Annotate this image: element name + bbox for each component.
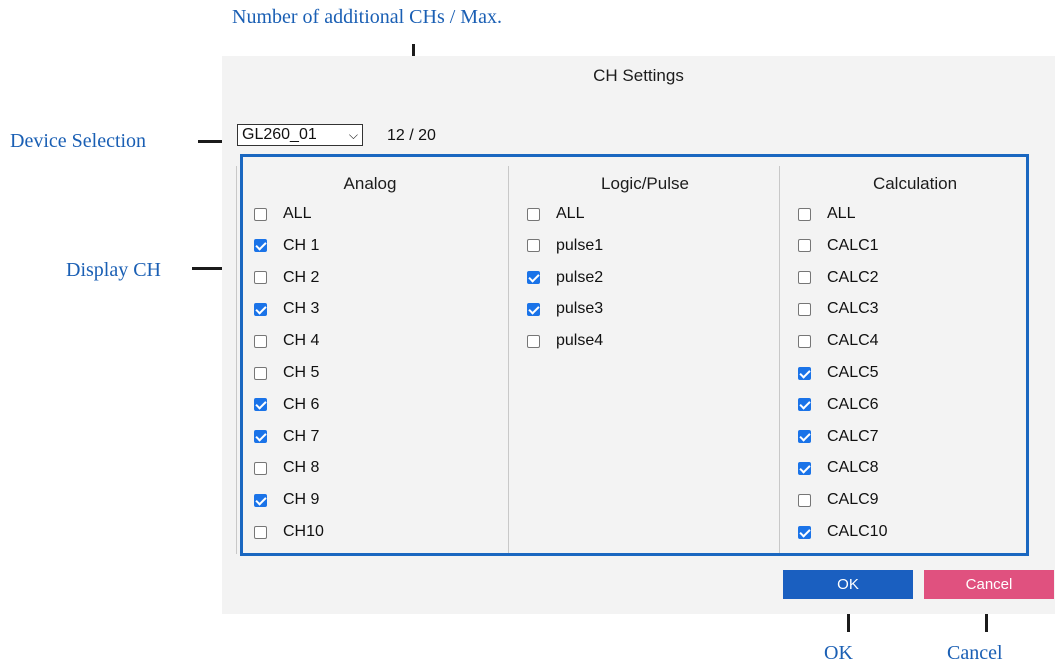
- checkbox-row[interactable]: CALC8: [798, 458, 879, 478]
- checkbox-label: CH10: [283, 523, 324, 540]
- checkbox-label: ALL: [827, 205, 856, 222]
- checkbox-label: CALC6: [827, 395, 879, 413]
- checkbox[interactable]: [527, 271, 540, 285]
- checkbox[interactable]: [254, 430, 267, 444]
- checkbox[interactable]: [254, 334, 267, 348]
- channel-count: 12 / 20: [387, 127, 436, 144]
- checkbox-row[interactable]: pulse1: [527, 236, 603, 256]
- checkbox-row[interactable]: ALL: [798, 204, 855, 224]
- checkbox-row[interactable]: CH 6: [254, 395, 319, 415]
- column-divider: [236, 166, 237, 554]
- checkbox-row[interactable]: CH 9: [254, 490, 319, 510]
- device-select[interactable]: GL260_01 ⌵: [237, 124, 363, 146]
- checkbox-row[interactable]: CALC7: [798, 427, 879, 447]
- dialog-title: CH Settings: [593, 66, 684, 85]
- checkbox-label: CH 8: [283, 459, 320, 477]
- checkbox[interactable]: [798, 461, 811, 475]
- checkbox[interactable]: [798, 302, 811, 316]
- checkbox-label: CALC7: [827, 427, 879, 445]
- checkbox-label: CALC10: [827, 523, 888, 540]
- checkbox[interactable]: [798, 239, 811, 253]
- checkbox-row[interactable]: CALC3: [798, 299, 879, 319]
- checkbox[interactable]: [798, 334, 811, 348]
- callout-device-label: Device Selection: [10, 130, 147, 152]
- checkbox-row[interactable]: CALC2: [798, 268, 879, 288]
- checkbox-label: CH 1: [283, 236, 320, 254]
- checkbox-label: CALC5: [827, 364, 879, 381]
- checkbox-row[interactable]: CH 4: [254, 331, 319, 351]
- checkbox-label: CALC1: [827, 236, 879, 254]
- checkbox-label: CALC4: [827, 332, 879, 350]
- checkbox-label: CH 9: [283, 491, 320, 509]
- checkbox-label: CH 6: [283, 395, 320, 413]
- checkbox-row[interactable]: CH 1: [254, 236, 319, 256]
- checkbox[interactable]: [798, 207, 811, 221]
- checkbox[interactable]: [254, 239, 267, 253]
- checkbox-label: CALC3: [827, 300, 879, 318]
- checkbox-label: pulse4: [556, 332, 604, 350]
- checkbox-row[interactable]: CH 2: [254, 268, 319, 288]
- checkbox-label: pulse2: [556, 268, 604, 286]
- analog-header: Analog: [343, 174, 397, 193]
- checkbox[interactable]: [254, 461, 267, 475]
- checkbox[interactable]: [254, 302, 267, 316]
- checkbox-row[interactable]: ALL: [527, 204, 584, 224]
- checkbox-label: CALC2: [827, 268, 879, 286]
- checkbox-label: CH 7: [283, 427, 320, 445]
- checkbox-label: pulse1: [556, 236, 604, 254]
- checkbox-label: pulse3: [556, 300, 604, 318]
- checkbox-row[interactable]: CH 3: [254, 299, 319, 319]
- callout-display-label: Display CH: [66, 259, 161, 281]
- checkbox[interactable]: [527, 239, 540, 253]
- checkbox[interactable]: [254, 271, 267, 285]
- checkbox-row[interactable]: pulse4: [527, 331, 603, 351]
- checkbox[interactable]: [798, 366, 811, 380]
- checkbox-row[interactable]: CALC5: [798, 363, 879, 383]
- checkbox-row[interactable]: CALC10: [798, 522, 887, 542]
- checkbox[interactable]: [527, 207, 540, 221]
- checkbox-label: CH 5: [283, 364, 320, 381]
- checkbox-row[interactable]: CH 7: [254, 427, 319, 447]
- checkbox[interactable]: [254, 207, 267, 221]
- checkbox[interactable]: [798, 398, 811, 412]
- checkbox-label: CH 4: [283, 332, 320, 350]
- checkbox[interactable]: [254, 398, 267, 412]
- calculation-header: Calculation: [872, 174, 958, 193]
- device-select-value: GL260_01: [242, 126, 317, 143]
- checkbox-label: CALC9: [827, 491, 879, 509]
- checkbox[interactable]: [798, 525, 811, 539]
- checkbox-row[interactable]: CALC4: [798, 331, 879, 351]
- checkbox[interactable]: [527, 334, 540, 348]
- checkbox-row[interactable]: pulse2: [527, 268, 603, 288]
- checkbox-row[interactable]: ALL: [254, 204, 311, 224]
- checkbox-row[interactable]: CALC9: [798, 490, 879, 510]
- checkbox[interactable]: [527, 302, 540, 316]
- callout-count-label: Number of additional CHs / Max.: [232, 6, 502, 28]
- checkbox-row[interactable]: CH10: [254, 522, 324, 542]
- callout-ok-label: OK: [824, 642, 853, 664]
- checkbox[interactable]: [798, 271, 811, 285]
- checkbox[interactable]: [798, 430, 811, 444]
- checkbox-label: CH 2: [283, 268, 320, 286]
- checkbox[interactable]: [254, 525, 267, 539]
- checkbox[interactable]: [798, 493, 811, 507]
- checkbox-row[interactable]: CALC6: [798, 395, 879, 415]
- callout-cancel-label: Cancel: [947, 642, 1003, 664]
- cancel-button[interactable]: Cancel: [924, 570, 1054, 599]
- chevron-down-icon: ⌵: [348, 128, 358, 142]
- checkbox-row[interactable]: pulse3: [527, 299, 603, 319]
- checkbox-row[interactable]: CH 5: [254, 363, 319, 383]
- checkbox-label: CALC8: [827, 459, 879, 477]
- checkbox[interactable]: [254, 366, 267, 380]
- logic-pulse-header: Logic/Pulse: [601, 174, 689, 193]
- checkbox-row[interactable]: CALC1: [798, 236, 879, 256]
- checkbox-label: ALL: [556, 205, 585, 222]
- checkbox-row[interactable]: CH 8: [254, 458, 319, 478]
- ok-button[interactable]: OK: [783, 570, 913, 599]
- checkbox-label: CH 3: [283, 300, 320, 318]
- checkbox-label: ALL: [283, 205, 312, 222]
- display-ch-panel: [240, 154, 1029, 556]
- checkbox[interactable]: [254, 493, 267, 507]
